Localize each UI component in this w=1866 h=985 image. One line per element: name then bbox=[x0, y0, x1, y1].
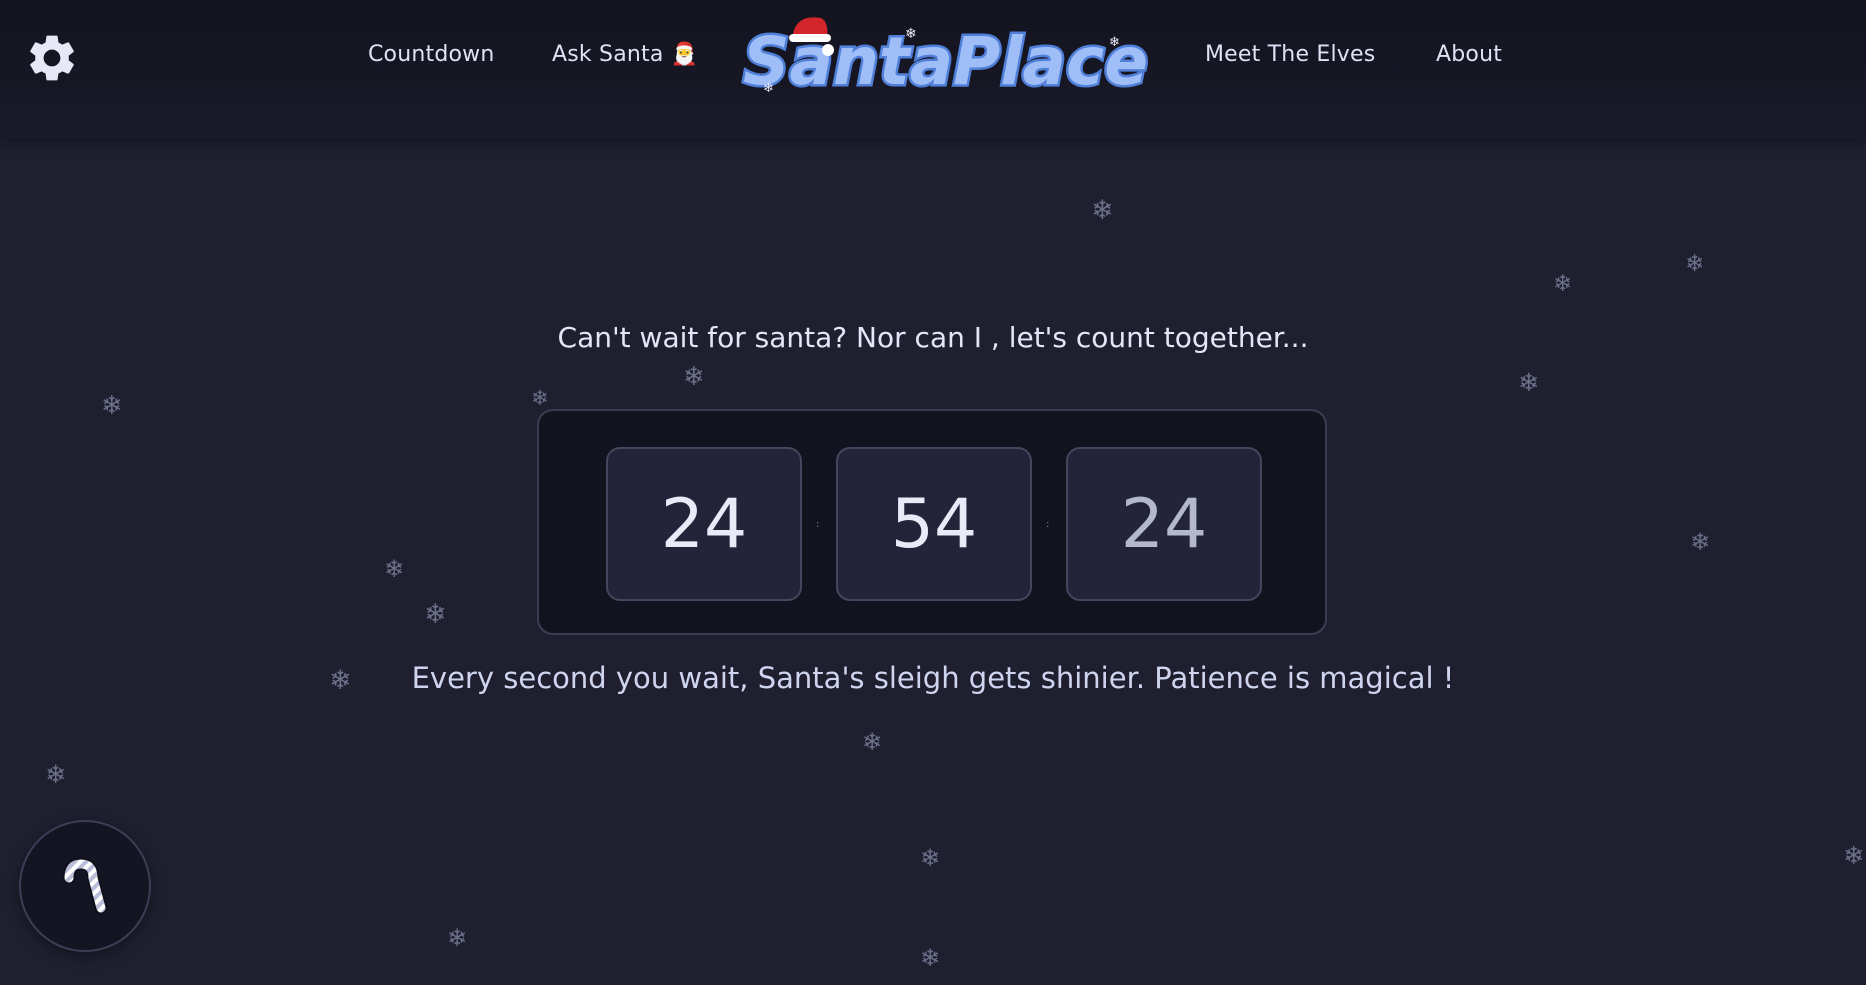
snowflake-icon: ❄ bbox=[862, 728, 883, 756]
svg-text:❄: ❄ bbox=[763, 81, 774, 96]
nav-countdown[interactable]: Countdown bbox=[368, 42, 495, 67]
timer-separator: : bbox=[816, 519, 820, 530]
snowflake-icon: ❄ bbox=[384, 555, 405, 583]
countdown-subtitle: Can't wait for santa? Nor can I , let's … bbox=[557, 321, 1309, 354]
snowflake-icon: ❄ bbox=[683, 362, 705, 392]
snowflake-icon: ❄ bbox=[1518, 368, 1539, 397]
nav-ask-santa[interactable]: Ask Santa 🎅 bbox=[552, 42, 698, 67]
candy-cane-icon bbox=[62, 857, 108, 915]
snowflake-icon: ❄ bbox=[1553, 271, 1573, 297]
snowflake-icon: ❄ bbox=[531, 386, 549, 410]
patience-tagline: Every second you wait, Santa's sleigh ge… bbox=[411, 661, 1455, 695]
top-navbar: Countdown Ask Santa 🎅 SantaPlace ❄ ❄ ❄ M… bbox=[0, 0, 1866, 139]
timer-separator: : bbox=[1046, 519, 1050, 530]
snowflake-icon: ❄ bbox=[1690, 528, 1711, 556]
snowflake-icon: ❄ bbox=[1091, 195, 1114, 226]
gear-icon[interactable] bbox=[24, 30, 80, 86]
snowflake-icon: ❄ bbox=[1685, 251, 1705, 277]
hours-display: 24 bbox=[606, 447, 802, 601]
countdown-timer: 24 : 54 : 24 bbox=[537, 409, 1327, 635]
snowflake-icon: ❄ bbox=[447, 924, 468, 952]
nav-about[interactable]: About bbox=[1436, 42, 1502, 67]
svg-text:❄: ❄ bbox=[905, 26, 917, 42]
candy-cane-button[interactable] bbox=[19, 820, 151, 952]
snowflake-icon: ❄ bbox=[920, 944, 941, 972]
nav-meet-the-elves[interactable]: Meet The Elves bbox=[1205, 42, 1375, 67]
snowflake-icon: ❄ bbox=[920, 844, 941, 872]
santaplace-logo[interactable]: SantaPlace ❄ ❄ ❄ bbox=[735, 12, 1160, 102]
seconds-display: 24 bbox=[1066, 447, 1262, 601]
minutes-display: 54 bbox=[836, 447, 1032, 601]
snowflake-icon: ❄ bbox=[101, 391, 123, 421]
snowflake-icon: ❄ bbox=[424, 599, 447, 630]
snowflake-icon: ❄ bbox=[1843, 841, 1864, 870]
snowflake-icon: ❄ bbox=[45, 760, 66, 789]
svg-text:❄: ❄ bbox=[1109, 35, 1120, 50]
